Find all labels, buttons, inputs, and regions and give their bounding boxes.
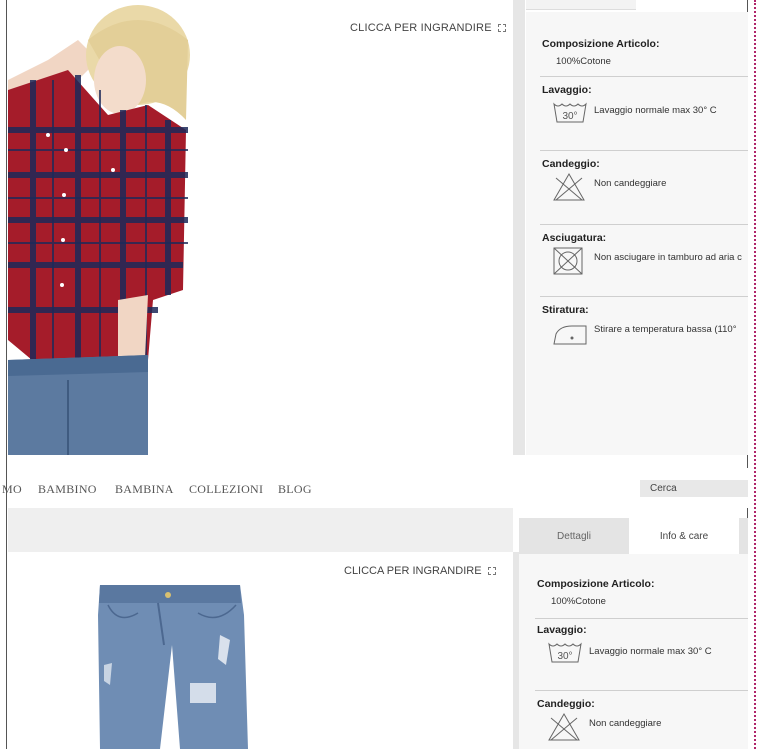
separator [540,150,748,151]
zoom-label: CLICCA PER INGRANDIRE [344,565,482,577]
bleaching-section: Candeggio: Non candeggiare [542,158,748,201]
nav-item-blog[interactable]: BLOG [278,482,312,497]
breadcrumb-bar [8,508,513,552]
tab-overflow [739,518,748,554]
separator [540,296,748,297]
drying-section: Asciugatura: Non asciugare in tamburo ad… [542,232,748,275]
washing-title: Lavaggio: [542,84,592,96]
no-bleach-icon [548,712,580,741]
search-input[interactable]: Cerca [640,480,748,497]
product-photo-shirt[interactable] [8,0,513,455]
wash-30-icon: 30° [548,642,582,663]
bleaching-title: Candeggio: [542,158,600,170]
composition-title: Composizione Articolo: [537,578,655,590]
ironing-text: Stirare a temperatura bassa (110° [594,324,737,335]
wash-30-icon: 30° [553,102,587,123]
drying-text: Non asciugare in tamburo ad aria c [594,252,742,263]
bleaching-text: Non candeggiare [594,178,667,189]
jeans-image [98,585,248,749]
bleaching-title: Candeggio: [537,698,595,710]
nav-item-uomo[interactable]: MO [2,482,22,497]
composition-value: 100%Cotone [556,56,611,67]
model-shirt-image [8,5,190,455]
tab-info-care[interactable]: Info & care [629,518,739,554]
composition-value: 100%Cotone [551,596,606,607]
nav-item-collezioni[interactable]: COLLEZIONI [189,482,263,497]
composition-section: Composizione Articolo: 100%Cotone [542,38,748,67]
nav-item-bambina[interactable]: BAMBINA [115,482,174,497]
composition-title: Composizione Articolo: [542,38,660,50]
wash-temp-text: 30° [557,651,572,662]
iron-low-icon [553,325,587,345]
bleaching-section: Candeggio: Non candeggiare [537,698,748,741]
zoom-link-bottom[interactable]: CLICCA PER INGRANDIRE [344,565,496,577]
tab-dettagli[interactable]: Dettagli [519,518,629,554]
product-photo-jeans[interactable] [8,555,513,749]
separator [535,618,748,619]
no-tumble-dry-icon [553,247,583,275]
main-nav: MO BAMBINO BAMBINA COLLEZIONI BLOG [2,468,748,508]
nav-item-bambino[interactable]: BAMBINO [38,482,97,497]
zoom-link-top[interactable]: CLICCA PER INGRANDIRE [350,22,506,34]
tab-strip-top [526,0,636,10]
product-tabs: Dettagli Info & care [519,518,748,554]
separator [540,76,748,77]
washing-title: Lavaggio: [537,624,587,636]
drying-title: Asciugatura: [542,232,607,244]
panel-divider [513,0,525,455]
separator [540,224,748,225]
expand-icon [497,24,506,33]
composition-section: Composizione Articolo: 100%Cotone [537,578,748,607]
info-care-panel-top: Composizione Articolo: 100%Cotone Lavagg… [526,12,748,455]
zoom-label: CLICCA PER INGRANDIRE [350,22,492,34]
ironing-title: Stiratura: [542,304,589,316]
wash-temp-text: 30° [562,111,577,122]
washing-section: Lavaggio: 30° Lavaggio normale max 30° C [537,624,748,663]
ironing-section: Stiratura: Stirare a temperatura bassa (… [542,304,748,345]
bleaching-text: Non candeggiare [589,718,662,729]
info-care-panel-bottom: Composizione Articolo: 100%Cotone Lavagg… [519,554,748,749]
left-border [6,0,7,749]
washing-text: Lavaggio normale max 30° C [594,105,717,116]
washing-text: Lavaggio normale max 30° C [589,646,712,657]
expand-icon [487,567,496,576]
washing-section: Lavaggio: 30° Lavaggio normale max 30° C [542,84,748,123]
dotted-edge [754,0,758,749]
no-bleach-icon [553,172,585,201]
separator [535,690,748,691]
